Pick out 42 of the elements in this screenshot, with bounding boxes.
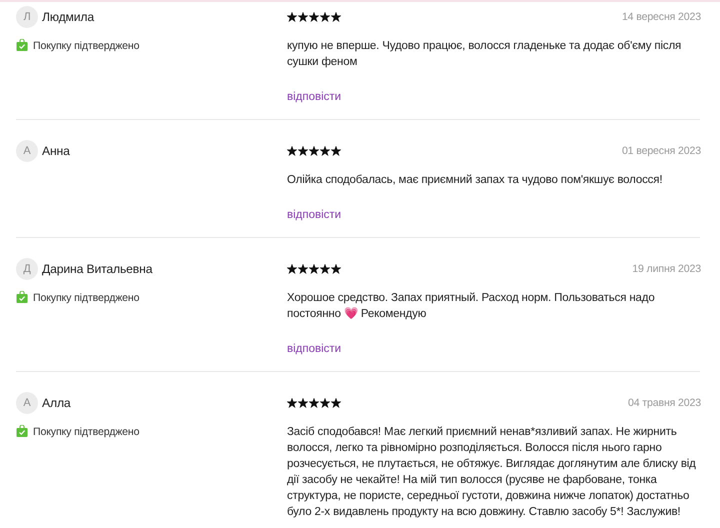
reviewer-name: Алла bbox=[42, 396, 71, 410]
review-text: купую не вперше. Чудово працює, волосся гладеньке та додає об'єму після сушки феном bbox=[287, 39, 682, 70]
reply-link[interactable]: відповісти bbox=[287, 209, 342, 221]
star-icon bbox=[331, 264, 341, 274]
star-icon bbox=[309, 264, 319, 274]
avatar: Д bbox=[16, 258, 38, 280]
review-text: Засіб сподобався! Має легкий приємний ненав*язливий запах. Не жирнить волосся, легко та рівномірно розподіляється. Волосся після нього гарно розчесується, не плутається, не обтяжує. Виглядає доглянутим але блиску від дії засобу не чекайте! На мій тип волосся (русяве не фарбоване, тонка структура, не пористе, середньої густоти, довжина нижче лопаток) достатньо було 2-х видавлень продукту на всю довжину. Ставлю засобу 5*! Заслужив! bbox=[287, 425, 697, 520]
review-text: Олійка сподобалась, має приємний запах та чудово пом'якшує волосся! bbox=[287, 173, 664, 188]
verified-purchase-label: Покупку підтверджено bbox=[33, 291, 140, 306]
star-icon bbox=[320, 12, 330, 22]
star-icon bbox=[287, 12, 297, 22]
star-icon bbox=[298, 264, 308, 274]
avatar: Л bbox=[16, 6, 38, 28]
star-icon bbox=[320, 264, 330, 274]
star-icon bbox=[331, 12, 341, 22]
reply-link[interactable]: відповісти bbox=[287, 343, 342, 355]
star-icon bbox=[298, 398, 308, 408]
star-icon bbox=[331, 146, 341, 156]
star-icon bbox=[287, 398, 297, 408]
reviewer-name: Дарина Витальевна bbox=[42, 262, 152, 276]
star-icon bbox=[309, 146, 319, 156]
star-icon bbox=[331, 398, 341, 408]
reply-link[interactable]: відповісти bbox=[287, 91, 342, 103]
avatar: А bbox=[16, 140, 38, 162]
verified-purchase-label: Покупку підтверджено bbox=[33, 39, 140, 54]
star-icon bbox=[320, 398, 330, 408]
star-icon bbox=[298, 12, 308, 22]
review-date: 14 вересня 2023 bbox=[622, 11, 701, 23]
avatar: А bbox=[16, 392, 38, 414]
star-icon bbox=[309, 12, 319, 22]
verified-purchase-label: Покупку підтверджено bbox=[33, 425, 140, 440]
star-icon bbox=[287, 264, 297, 274]
review-date: 04 травня 2023 bbox=[628, 397, 701, 409]
reviewer-name: Людмила bbox=[42, 10, 94, 24]
star-icon bbox=[287, 146, 297, 156]
review-date: 19 липня 2023 bbox=[632, 263, 701, 275]
star-icon bbox=[309, 398, 319, 408]
reviewer-name: Анна bbox=[42, 144, 70, 158]
star-icon bbox=[320, 146, 330, 156]
star-icon bbox=[298, 146, 308, 156]
review-date: 01 вересня 2023 bbox=[622, 145, 701, 157]
review-text: Хорошое средство. Запах приятный. Расход норм. Пользоваться надо постоянно 💗 Рекомендую bbox=[287, 291, 656, 322]
